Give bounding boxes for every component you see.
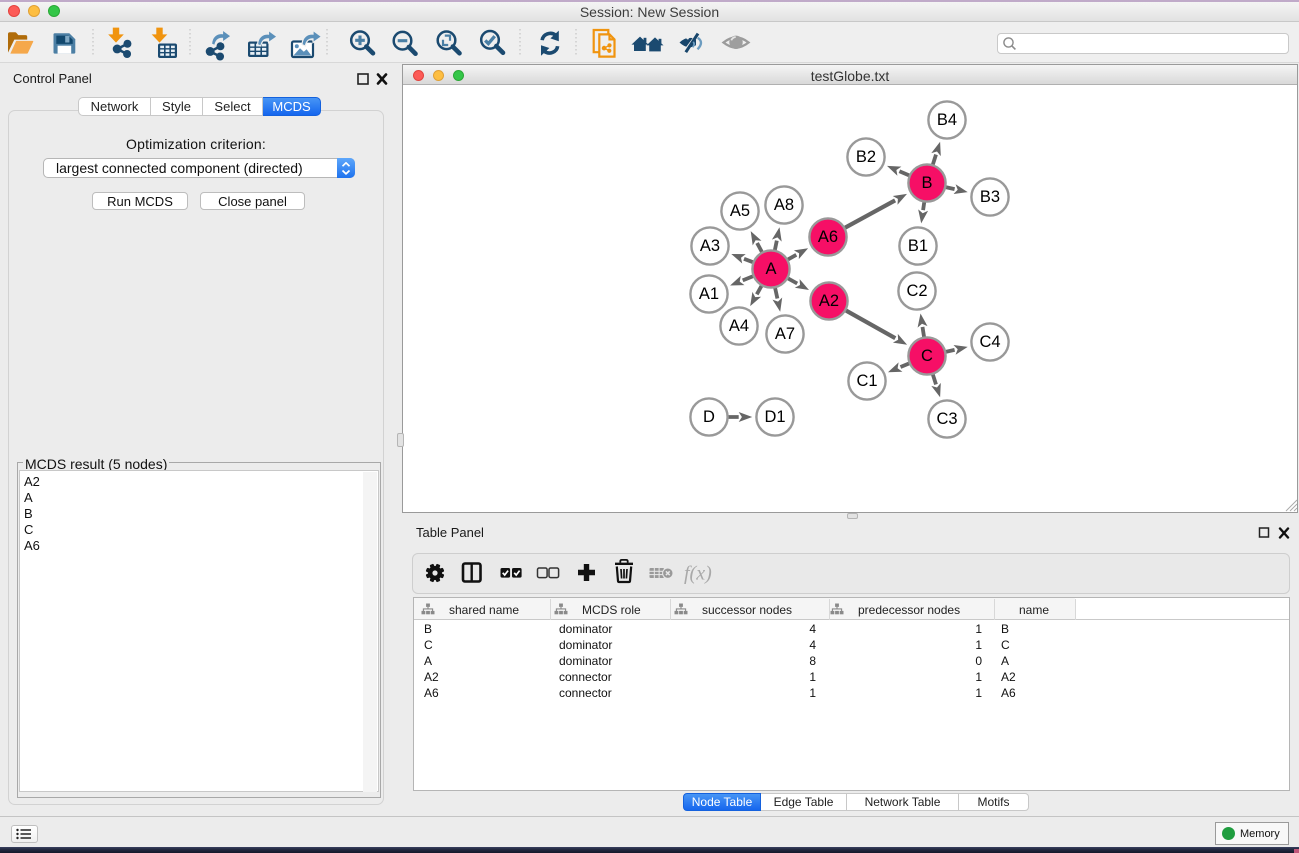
svg-text:f(x): f(x) bbox=[684, 563, 712, 585]
svg-text:A1: A1 bbox=[699, 285, 719, 303]
svg-text:A: A bbox=[765, 260, 776, 278]
svg-text:B2: B2 bbox=[856, 148, 876, 166]
svg-text:D1: D1 bbox=[764, 408, 785, 426]
svg-text:A7: A7 bbox=[775, 325, 795, 343]
svg-text:B3: B3 bbox=[980, 188, 1000, 206]
svg-text:C3: C3 bbox=[936, 410, 957, 428]
svg-text:D: D bbox=[703, 408, 715, 426]
svg-text:B1: B1 bbox=[908, 237, 928, 255]
svg-text:C2: C2 bbox=[906, 282, 927, 300]
svg-text:A5: A5 bbox=[730, 202, 750, 220]
svg-text:A6: A6 bbox=[818, 228, 838, 246]
svg-text:A3: A3 bbox=[700, 237, 720, 255]
svg-text:C: C bbox=[921, 347, 933, 365]
svg-text:A8: A8 bbox=[774, 196, 794, 214]
svg-text:A4: A4 bbox=[729, 317, 749, 335]
svg-text:B4: B4 bbox=[937, 111, 957, 129]
svg-text:C1: C1 bbox=[856, 372, 877, 390]
svg-text:C4: C4 bbox=[979, 333, 1000, 351]
svg-text:B: B bbox=[921, 174, 932, 192]
svg-text:A2: A2 bbox=[819, 292, 839, 310]
